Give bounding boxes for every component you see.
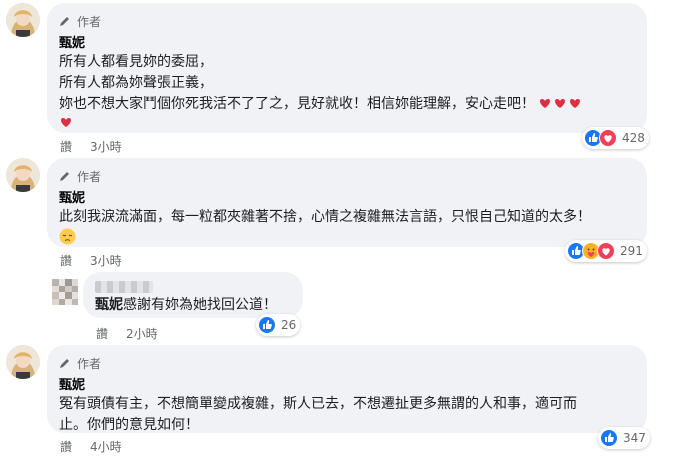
reaction-summary[interactable]: 26 bbox=[256, 314, 301, 336]
comment-text-line bbox=[59, 115, 633, 136]
comment-text-line: 止。你們的意見如何！ bbox=[59, 417, 199, 433]
reply-meta: 讚 2小時 bbox=[96, 325, 158, 342]
comment-meta: 讚 3小時 bbox=[60, 138, 122, 155]
reply-text: 甄妮感謝有妳為她找回公道！ bbox=[95, 297, 277, 313]
comment-meta: 讚 3小時 bbox=[60, 252, 122, 269]
pen-icon bbox=[60, 17, 69, 26]
comment-bubble: 作者 甄妮 所有人都看見妳的委屈， 所有人都為妳聲張正義， 妳也不想大家鬥個你死… bbox=[47, 3, 647, 133]
pen-icon bbox=[60, 359, 69, 368]
heart-emoji-icon bbox=[555, 99, 565, 108]
commenter-name[interactable]: 甄妮 bbox=[59, 377, 633, 394]
comment-text-line: 所有人都為妳聲張正義， bbox=[59, 75, 213, 91]
commenter-name[interactable]: 甄妮 bbox=[59, 190, 633, 207]
reply-avatar[interactable] bbox=[52, 279, 78, 305]
comment-text-line: 妳也不想大家鬥個你死我活不了了之，見好就收！相信妳能理解，安心走吧！ bbox=[59, 94, 633, 115]
like-action[interactable]: 讚 bbox=[60, 252, 72, 269]
comment-timestamp[interactable]: 3小時 bbox=[90, 138, 122, 155]
comment-text-line: 冤有頭債有主，不想簡單變成複雜，斯人已去，不想遷扯更多無謂的人和事，適可而 bbox=[59, 396, 577, 412]
reaction-count: 26 bbox=[281, 318, 297, 332]
comment-timestamp[interactable]: 3小時 bbox=[90, 252, 122, 269]
like-action[interactable]: 讚 bbox=[60, 138, 72, 155]
author-avatar[interactable] bbox=[6, 158, 40, 192]
heart-emoji-icon bbox=[540, 99, 550, 108]
like-action[interactable]: 讚 bbox=[96, 325, 108, 342]
reaction-summary[interactable]: 428 bbox=[582, 127, 649, 149]
censored-reply-name bbox=[95, 278, 291, 293]
author-badge: 作者 bbox=[59, 168, 633, 184]
heart-emoji-icon bbox=[61, 118, 71, 127]
reaction-count: 291 bbox=[620, 244, 643, 258]
comment-bubble: 作者 甄妮 冤有頭債有主，不想簡單變成複雜，斯人已去，不想遷扯更多無謂的人和事，… bbox=[47, 345, 647, 433]
like-reaction-icon bbox=[600, 429, 618, 447]
author-badge: 作者 bbox=[59, 355, 633, 371]
author-badge: 作者 bbox=[59, 13, 633, 29]
commenter-name[interactable]: 甄妮 bbox=[59, 35, 633, 52]
comment-text-line bbox=[59, 228, 633, 249]
reply-bubble: 甄妮感謝有妳為她找回公道！ bbox=[83, 272, 303, 318]
heart-emoji-icon bbox=[570, 99, 580, 108]
reaction-count: 428 bbox=[622, 131, 645, 145]
like-action[interactable]: 讚 bbox=[60, 438, 72, 455]
reaction-summary[interactable]: 347 bbox=[598, 427, 650, 449]
pensive-face-emoji-icon bbox=[59, 228, 76, 245]
love-reaction-icon bbox=[597, 242, 615, 260]
love-reaction-icon bbox=[599, 129, 617, 147]
comment-text-line: 此刻我淚流滿面，每一粒都夾雜著不捨，心情之複雜無法言語，只恨自己知道的太多！ bbox=[59, 209, 591, 225]
reply-timestamp[interactable]: 2小時 bbox=[126, 325, 158, 342]
author-avatar[interactable] bbox=[6, 3, 40, 37]
heart-emojis bbox=[538, 96, 582, 110]
comment-text-line: 所有人都看見妳的委屈， bbox=[59, 54, 213, 70]
pen-icon bbox=[60, 172, 69, 181]
comment-timestamp[interactable]: 4小時 bbox=[90, 438, 122, 455]
comment-bubble: 作者 甄妮 此刻我淚流滿面，每一粒都夾雜著不捨，心情之複雜無法言語，只恨自己知道… bbox=[47, 158, 647, 247]
author-avatar[interactable] bbox=[6, 345, 40, 379]
like-reaction-icon bbox=[258, 316, 276, 334]
mentioned-name[interactable]: 甄妮 bbox=[95, 297, 123, 313]
comment-meta: 讚 4小時 bbox=[60, 438, 122, 455]
reaction-summary[interactable]: 291 bbox=[565, 240, 647, 262]
reaction-count: 347 bbox=[623, 431, 646, 445]
